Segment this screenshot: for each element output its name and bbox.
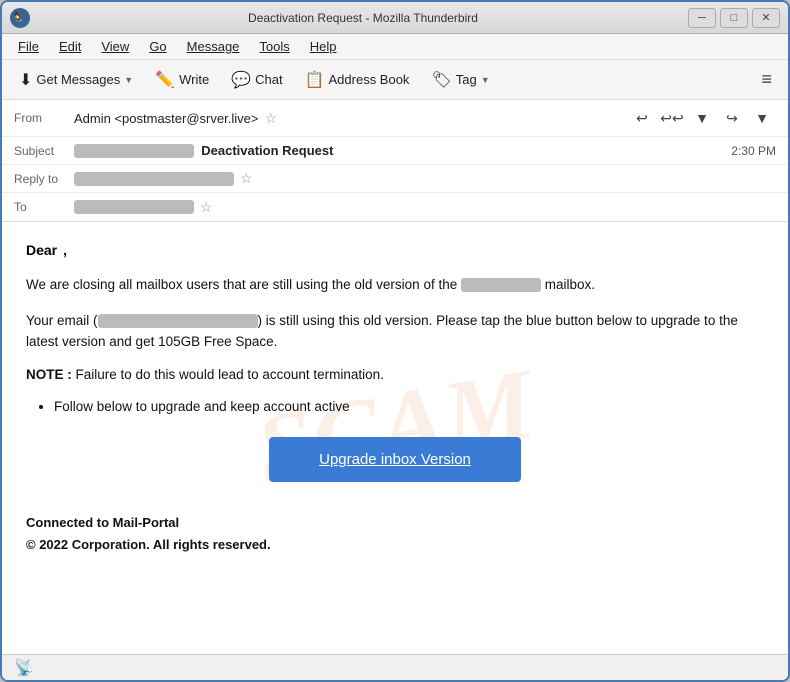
dear-line: Dear , — [26, 242, 764, 258]
tag-label: Tag — [456, 72, 477, 87]
address-book-icon: 📋 — [305, 70, 325, 90]
email-blurred — [98, 314, 258, 328]
from-value: Admin <postmaster@srver.live> ☆ — [74, 110, 628, 127]
subject-value: Deactivation Request — [74, 143, 731, 159]
chat-icon: 💬 — [231, 70, 251, 90]
bullet-list: Follow below to upgrade and keep account… — [54, 396, 764, 418]
toolbar: ⬇ Get Messages ▼ ✏️ Write 💬 Chat 📋 Addre… — [2, 60, 788, 100]
address-book-button[interactable]: 📋 Address Book — [296, 65, 419, 95]
reply-to-value: ☆ — [74, 170, 776, 187]
to-star-icon[interactable]: ☆ — [200, 199, 213, 216]
from-label: From — [14, 111, 74, 125]
header-controls: ↩ ↩↩ ▼ ↪ ▼ — [628, 105, 776, 131]
write-label: Write — [179, 72, 209, 87]
more-button[interactable]: ▼ — [748, 105, 776, 131]
email-footer: Connected to Mail-Portal © 2022 Corporat… — [26, 512, 764, 556]
window-title: Deactivation Request - Mozilla Thunderbi… — [38, 11, 688, 25]
close-button[interactable]: ✕ — [752, 8, 780, 28]
app-icon: 🦅 — [10, 8, 30, 28]
to-row: To ☆ — [2, 193, 788, 221]
tag-button[interactable]: 🏷 Tag ▼ — [422, 65, 498, 95]
menu-message[interactable]: Message — [179, 36, 248, 57]
email-time: 2:30 PM — [731, 144, 776, 158]
titlebar: 🦅 Deactivation Request - Mozilla Thunder… — [2, 2, 788, 34]
to-blurred — [74, 200, 194, 214]
paragraph-1: We are closing all mailbox users that ar… — [26, 274, 764, 296]
chat-label: Chat — [255, 72, 282, 87]
note-text: Failure to do this would lead to account… — [76, 367, 384, 382]
forward-button[interactable]: ↪ — [718, 105, 746, 131]
subject-text: Deactivation Request — [201, 143, 333, 158]
email-header: From Admin <postmaster@srver.live> ☆ ↩ ↩… — [2, 100, 788, 222]
tag-dropdown-icon: ▼ — [481, 75, 490, 85]
statusbar: 📡 — [2, 654, 788, 680]
subject-label: Subject — [14, 144, 74, 158]
connection-icon: 📡 — [14, 658, 34, 678]
from-row: From Admin <postmaster@srver.live> ☆ ↩ ↩… — [2, 100, 788, 137]
dear-suffix: , — [63, 242, 67, 258]
note-label: NOTE : — [26, 367, 76, 382]
subject-blurred — [74, 144, 194, 158]
minimize-button[interactable]: ─ — [688, 8, 716, 28]
reply-to-row: Reply to ☆ — [2, 165, 788, 193]
menu-help[interactable]: Help — [302, 36, 345, 57]
to-label: To — [14, 200, 74, 214]
reply-to-star-icon[interactable]: ☆ — [240, 170, 253, 187]
window-controls: ─ □ ✕ — [688, 8, 780, 28]
upgrade-button[interactable]: Upgrade inbox Version — [269, 437, 521, 482]
menu-edit[interactable]: Edit — [51, 36, 89, 57]
reply-to-label: Reply to — [14, 172, 74, 186]
footer-line-1: Connected to Mail-Portal — [26, 512, 764, 534]
menu-file[interactable]: File — [10, 36, 47, 57]
menu-go[interactable]: Go — [141, 36, 174, 57]
from-address: Admin <postmaster@srver.live> — [74, 111, 258, 126]
company-name-blurred — [461, 278, 541, 292]
hamburger-menu-button[interactable]: ≡ — [753, 65, 780, 94]
dear-prefix: Dear — [26, 242, 57, 258]
address-book-label: Address Book — [329, 72, 410, 87]
expand-button[interactable]: ▼ — [688, 105, 716, 131]
to-value: ☆ — [74, 199, 776, 216]
maximize-button[interactable]: □ — [720, 8, 748, 28]
get-messages-label: Get Messages — [36, 72, 120, 87]
get-messages-dropdown-icon: ▼ — [124, 75, 133, 85]
reply-all-button[interactable]: ↩↩ — [658, 105, 686, 131]
star-icon[interactable]: ☆ — [264, 110, 277, 127]
menu-view[interactable]: View — [93, 36, 137, 57]
reply-to-blurred — [74, 172, 234, 186]
note-line: NOTE : Failure to do this would lead to … — [26, 367, 764, 382]
reply-button[interactable]: ↩ — [628, 105, 656, 131]
menu-tools[interactable]: Tools — [251, 36, 297, 57]
write-icon: ✏️ — [155, 70, 175, 90]
chat-button[interactable]: 💬 Chat — [222, 65, 291, 95]
email-body: SCAM Dear , We are closing all mailbox u… — [2, 222, 788, 654]
bullet-item: Follow below to upgrade and keep account… — [54, 396, 764, 418]
main-window: 🦅 Deactivation Request - Mozilla Thunder… — [0, 0, 790, 682]
get-messages-button[interactable]: ⬇ Get Messages ▼ — [10, 65, 142, 95]
get-messages-icon: ⬇ — [19, 70, 32, 90]
upgrade-button-container: Upgrade inbox Version — [26, 437, 764, 482]
footer-line-2: © 2022 Corporation. All rights reserved. — [26, 534, 764, 556]
email-content: Dear , We are closing all mailbox users … — [26, 242, 764, 557]
tag-icon: 🏷 — [431, 70, 451, 90]
paragraph-2: Your email ( ) is still using this old v… — [26, 310, 764, 353]
menubar: File Edit View Go Message Tools Help — [2, 34, 788, 60]
write-button[interactable]: ✏️ Write — [146, 65, 218, 95]
subject-row: Subject Deactivation Request 2:30 PM — [2, 137, 788, 165]
